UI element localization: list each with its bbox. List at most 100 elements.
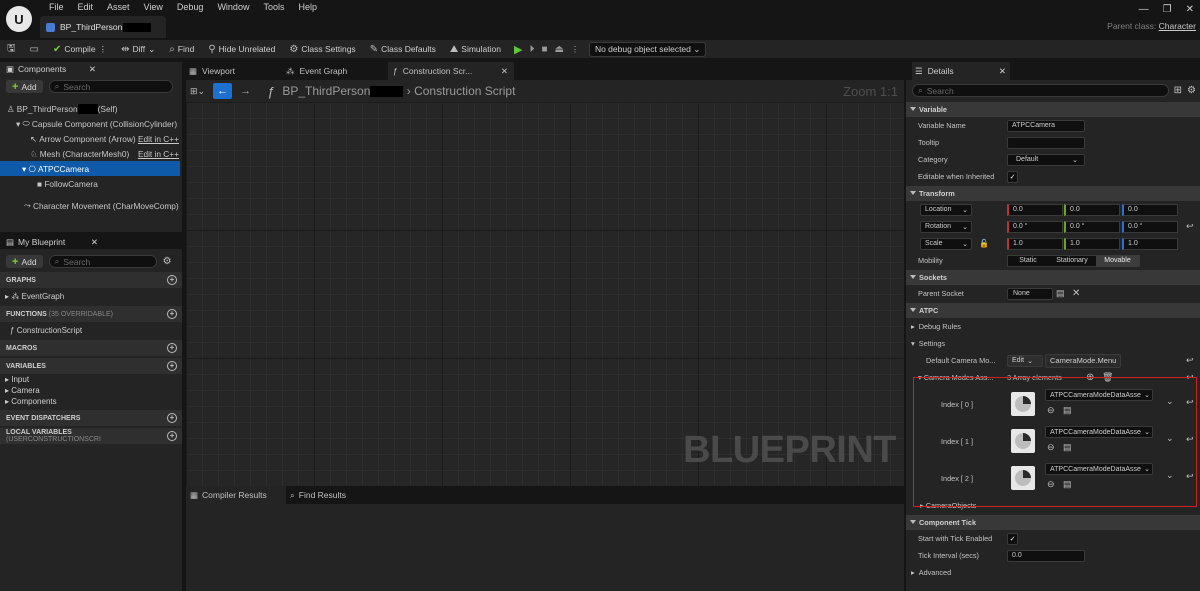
menu-view[interactable]: View	[137, 2, 170, 13]
play-options-icon[interactable]: ⋮	[571, 45, 579, 54]
components-tab[interactable]: ▣ Components ✕	[0, 62, 182, 76]
tab-event-graph[interactable]: ⁂ Event Graph	[286, 66, 388, 77]
compile-button[interactable]: ✔ Compile ⋮	[46, 40, 114, 58]
section-functions[interactable]: FUNCTIONS (35 OVERRIDABLE) +	[0, 306, 182, 322]
play-icon[interactable]: ▶	[514, 43, 522, 56]
step-icon[interactable]: ⏵	[529, 44, 534, 55]
tab-construction-script[interactable]: ƒ Construction Scr... ✕	[388, 62, 514, 80]
tick-interval-field[interactable]: 0.0	[1007, 549, 1085, 562]
add-macro-icon[interactable]: +	[167, 343, 177, 353]
section-component-tick[interactable]: Component Tick	[906, 515, 1200, 530]
eject-icon[interactable]: ⏏	[555, 44, 564, 55]
close-icon[interactable]: ✕	[89, 64, 96, 75]
menu-file[interactable]: File	[42, 2, 71, 13]
location-z[interactable]: 0.0	[1122, 203, 1178, 216]
close-icon[interactable]: ✕	[999, 66, 1006, 77]
breadcrumb-blueprint[interactable]: BP_ThirdPerson	[282, 84, 370, 98]
parent-class-link[interactable]: Character	[1159, 21, 1196, 31]
rotation-dropdown[interactable]: Rotation ⌄	[920, 220, 972, 233]
close-icon[interactable]: ✕	[91, 237, 98, 248]
gear-icon[interactable]: ⚙	[1187, 85, 1196, 96]
edit-dropdown[interactable]: Edit ⌄	[1007, 354, 1043, 367]
tree-item-mesh[interactable]: ♘ Mesh (CharacterMesh0) Edit in C++	[0, 146, 182, 161]
graph-canvas[interactable]: Zoom 1:1 BLUEPRINT	[186, 84, 904, 486]
add-function-icon[interactable]: +	[167, 309, 177, 319]
tree-item-capsule[interactable]: ▾ ⬭ Capsule Component (CollisionCylinder…	[0, 116, 182, 131]
edit-in-cpp-link[interactable]: Edit in C++	[138, 149, 179, 159]
add-dispatcher-icon[interactable]: +	[167, 413, 177, 423]
minimize-button[interactable]: —	[1139, 4, 1149, 15]
add-variable-icon[interactable]: +	[167, 361, 177, 371]
add-member-button[interactable]: + Add	[6, 255, 43, 268]
tree-item-follow-camera[interactable]: ■ FollowCamera	[0, 176, 182, 191]
menu-help[interactable]: Help	[291, 2, 324, 13]
tooltip-field[interactable]	[1007, 136, 1085, 149]
stop-icon[interactable]: ■	[541, 44, 547, 55]
variable-category-components[interactable]: ▸ Components	[0, 396, 182, 407]
scale-dropdown[interactable]: Scale ⌄	[920, 237, 972, 250]
menu-tools[interactable]: Tools	[256, 2, 291, 13]
section-local-variables[interactable]: LOCAL VARIABLES (USERCONSTRUCTIONSCRI +	[0, 428, 182, 444]
blueprint-search-input[interactable]: ⌕ Search	[48, 255, 157, 268]
rotation-z[interactable]: 0.0 °	[1122, 220, 1178, 233]
function-item-construction[interactable]: ƒ ConstructionScript	[0, 322, 182, 338]
simulation-button[interactable]: ⛰ Simulation	[443, 40, 508, 58]
graph-item-event-graph[interactable]: ▸ ⁂ EventGraph	[0, 288, 182, 304]
menu-window[interactable]: Window	[210, 2, 256, 13]
category-dropdown[interactable]: Default ⌄	[1007, 153, 1085, 166]
add-component-button[interactable]: + Add	[6, 80, 43, 93]
lock-icon[interactable]: 🔓	[979, 239, 989, 248]
row-settings[interactable]: ▾ Settings	[906, 335, 1200, 352]
location-dropdown[interactable]: Location ⌄	[920, 203, 972, 216]
mobility-movable[interactable]: Movable	[1096, 254, 1139, 267]
row-advanced[interactable]: ▸ Advanced	[906, 564, 1200, 581]
scale-y[interactable]: 1.0	[1064, 237, 1120, 250]
mobility-static[interactable]: Static	[1008, 255, 1048, 267]
menu-debug[interactable]: Debug	[170, 2, 211, 13]
tab-compiler-results[interactable]: ▦ Compiler Results	[186, 486, 286, 504]
tree-item-movement[interactable]: ⤳ Character Movement (CharMoveComp)	[0, 198, 182, 213]
parent-socket-field[interactable]: None	[1007, 287, 1053, 300]
section-variable[interactable]: Variable	[906, 102, 1200, 117]
diff-button[interactable]: ⇹ Diff ⌄	[114, 40, 162, 58]
details-tab[interactable]: ☰ Details ✕	[912, 62, 1010, 80]
rotation-x[interactable]: 0.0 °	[1007, 220, 1063, 233]
grid-view-icon[interactable]: ⊞	[1174, 85, 1182, 96]
start-tick-checkbox[interactable]: ✓	[1007, 532, 1018, 545]
find-button[interactable]: ⌕ Find	[162, 40, 201, 58]
clear-icon[interactable]: ✕	[1072, 288, 1080, 299]
editable-inherited-checkbox[interactable]: ✓	[1007, 170, 1018, 183]
hide-unrelated-button[interactable]: ⚲ Hide Unrelated	[201, 40, 282, 58]
section-macros[interactable]: MACROS +	[0, 340, 182, 356]
reset-arrow-icon[interactable]: ↩	[1186, 355, 1194, 366]
add-local-icon[interactable]: +	[167, 431, 177, 441]
save-button[interactable]: 🖫	[0, 40, 23, 58]
edit-in-cpp-link[interactable]: Edit in C++	[138, 134, 179, 144]
location-y[interactable]: 0.0	[1064, 203, 1120, 216]
scale-x[interactable]: 1.0	[1007, 237, 1063, 250]
my-blueprint-tab[interactable]: ▤ My Blueprint ✕	[0, 235, 182, 249]
section-sockets[interactable]: Sockets	[906, 270, 1200, 285]
components-search-input[interactable]: ⌕ Search	[48, 80, 173, 93]
rotation-y[interactable]: 0.0 °	[1064, 220, 1120, 233]
details-search-input[interactable]: ⌕ Search	[912, 84, 1169, 97]
browse-icon[interactable]: ▤	[1056, 288, 1065, 299]
variable-category-input[interactable]: ▸ Input	[0, 374, 182, 385]
tab-find-results[interactable]: ⌕ Find Results	[286, 490, 346, 501]
tab-viewport[interactable]: ▦ Viewport	[186, 66, 286, 77]
breadcrumb-construction-script[interactable]: Construction Script	[414, 84, 515, 98]
class-settings-button[interactable]: ⚙ Class Settings	[282, 40, 362, 58]
unreal-logo-icon[interactable]: U	[6, 6, 32, 32]
variable-category-camera[interactable]: ▸ Camera	[0, 385, 182, 396]
default-camera-mode-field[interactable]: CameraMode.Menu	[1045, 353, 1121, 368]
class-defaults-button[interactable]: ✎ Class Defaults	[363, 40, 443, 58]
back-arrow-icon[interactable]: ←	[213, 83, 233, 99]
variable-name-field[interactable]: ATPCCamera	[1007, 119, 1085, 132]
section-variables[interactable]: VARIABLES +	[0, 358, 182, 374]
section-atpc[interactable]: ATPC	[906, 303, 1200, 318]
scale-z[interactable]: 1.0	[1122, 237, 1178, 250]
graph-toggle-icon[interactable]: ⊞⌄	[190, 86, 205, 97]
close-icon[interactable]: ✕	[501, 66, 508, 77]
add-graph-icon[interactable]: +	[167, 275, 177, 285]
section-graphs[interactable]: GRAPHS +	[0, 272, 182, 288]
